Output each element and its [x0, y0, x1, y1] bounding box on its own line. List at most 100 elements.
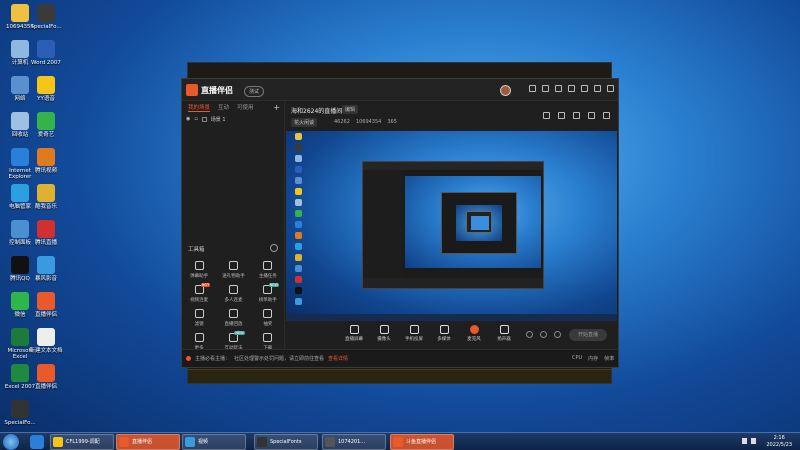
clock-time: 2:16 [773, 435, 785, 441]
preview-desktop-icon [294, 166, 302, 173]
volume-icon[interactable] [751, 438, 756, 444]
source-label: 直播屏幕 [345, 337, 363, 342]
windows-taskbar: CFL1999-调配 直播伴侣 视频 SpecialFonts 1074201... 斗鱼… [0, 432, 800, 450]
system-tray [742, 438, 756, 444]
maximize-icon[interactable] [594, 85, 601, 92]
nested-mini-preview [471, 216, 489, 230]
tool-item[interactable]: 弹幕助手 [182, 261, 216, 279]
scene-row[interactable]: ◉ ▫ 场景 1 [182, 113, 284, 125]
desktop-app-icon [37, 220, 55, 238]
source-button[interactable]: 麦克风 [464, 325, 484, 342]
desktop-app-icon [37, 4, 55, 22]
room-stats: 46262 10694354 365 [334, 119, 397, 125]
source-button[interactable]: 直播屏幕 [344, 325, 364, 342]
message-icon[interactable] [529, 85, 536, 92]
tool-icon [194, 309, 204, 318]
menu-icon[interactable] [568, 85, 575, 92]
tool-badge: NEW [234, 331, 245, 335]
add-scene-icon[interactable]: + [273, 103, 280, 112]
desktop-icon[interactable]: SpecialFo... [0, 400, 40, 426]
tool-item[interactable]: 滤镜 [182, 309, 216, 327]
camera-toggle-icon[interactable] [526, 331, 533, 338]
desktop-icon[interactable]: 爱奇艺 [26, 112, 66, 138]
desktop-icon[interactable]: 新建文本文档 [26, 328, 66, 354]
close-icon[interactable] [607, 85, 614, 92]
status-bar: 主播必看主播： 社区处理警示处罚问题，请立即前往查看 查看详情 CPU 内存 帧… [182, 349, 618, 367]
network-icon[interactable] [742, 438, 747, 444]
taskbar-item[interactable]: 视频 [182, 434, 246, 450]
gift-box-icon[interactable] [543, 112, 550, 119]
share-icon[interactable] [603, 112, 610, 119]
tool-item[interactable]: 送礼物助手 [216, 261, 250, 279]
preview-desktop-icon [294, 221, 302, 228]
tab-my-scenes[interactable]: 我的场景 [188, 103, 211, 112]
clock[interactable]: 2:16 2022/5/23 [766, 435, 792, 449]
taskbar-item[interactable]: 直播伴侣 [116, 434, 180, 450]
notice-icon [186, 356, 191, 361]
desktop-icon[interactable]: 腾讯视频 [26, 148, 66, 174]
preview-desktop-icon [294, 298, 302, 305]
tab-interact[interactable]: 互动 [218, 103, 229, 111]
ie-pinned-icon[interactable] [30, 435, 44, 449]
taskbar-item[interactable]: 斗鱼直播伴侣 [390, 434, 454, 450]
bell-icon[interactable] [588, 112, 595, 119]
source-button[interactable]: 摄像头 [374, 325, 394, 342]
metric-memory: 内存 [588, 356, 599, 362]
gift-icon[interactable] [542, 85, 549, 92]
start-button[interactable] [3, 434, 19, 450]
tool-item[interactable]: 主播任务 [251, 261, 285, 279]
tool-item[interactable]: 抽奖 [251, 309, 285, 327]
tool-item[interactable]: HOT 视频连麦 [182, 283, 216, 303]
scene-name: 场景 1 [210, 116, 226, 123]
desktop-icon[interactable]: 暴风影音 [26, 256, 66, 282]
user-avatar[interactable] [500, 85, 511, 96]
tool-label: 榜单助手 [258, 298, 277, 303]
tab-available[interactable]: 可使用 [237, 103, 254, 111]
settings-icon[interactable] [555, 85, 562, 92]
desktop-icon-label: SpecialFo... [4, 420, 36, 426]
start-live-button[interactable]: 开始直播 [569, 329, 607, 341]
stream-preview[interactable] [286, 131, 617, 321]
source-button[interactable]: 扬声器 [494, 325, 514, 342]
desktop-icon[interactable]: YY语音 [26, 76, 66, 102]
version-badge[interactable]: 测试 [244, 86, 265, 97]
lock-icon[interactable]: ▫ [194, 116, 197, 122]
tool-item[interactable]: 直播回放 [216, 309, 250, 327]
taskbar-item[interactable]: CFL1999-调配 [50, 434, 114, 450]
eye-icon[interactable]: ◉ [186, 116, 190, 122]
nested-inner-preview [456, 205, 502, 241]
source-button[interactable]: 多媒体 [434, 325, 454, 342]
tool-item[interactable]: 多人连麦 [216, 285, 250, 303]
taskbar-item[interactable]: 1074201... [322, 434, 386, 450]
desktop-icon[interactable]: Word 2007 [26, 40, 66, 66]
minimize-icon[interactable] [581, 85, 588, 92]
desktop-icon[interactable]: 直播伴侣 [26, 292, 66, 318]
gear-icon[interactable] [554, 331, 561, 338]
desktop-icon-label: Word 2007 [31, 60, 61, 66]
taskbar-item[interactable]: SpecialFonts [254, 434, 318, 450]
source-icon [499, 325, 509, 334]
desktop-icon-label: 直播伴侣 [34, 312, 57, 318]
desktop-icon[interactable]: 酷我音乐 [26, 184, 66, 210]
nested-preview [405, 176, 541, 268]
tool-item[interactable]: NEW 榜单助手 [251, 283, 285, 303]
room-edit-button[interactable]: 编辑 [342, 105, 359, 114]
source-button[interactable]: 手机投屏 [404, 325, 424, 342]
chat-icon[interactable] [573, 112, 580, 119]
desktop-icon-label: 暴风影音 [34, 276, 57, 282]
desktop-icon[interactable]: 腾讯直播 [26, 220, 66, 246]
effects-icon[interactable] [540, 331, 547, 338]
preview-desktop-icon [294, 133, 302, 140]
desktop-icon[interactable]: SpecialFo... [26, 4, 66, 30]
desktop-icon[interactable]: 直播伴侣 [26, 364, 66, 390]
category-button[interactable]: 花火闲谈 [291, 118, 318, 127]
taskbar-item-label: SpecialFonts [270, 439, 302, 445]
desktop-icon-label: YY语音 [37, 96, 55, 102]
tool-label: 多人连麦 [224, 298, 243, 303]
notice-link[interactable]: 查看详情 [328, 355, 348, 362]
taskbar-item-label: 斗鱼直播伴侣 [406, 439, 437, 445]
clock-date: 2022/5/23 [766, 442, 792, 448]
toolbox-toggle-icon[interactable] [270, 244, 278, 252]
header-actions [543, 112, 610, 119]
pk-icon[interactable] [558, 112, 565, 119]
